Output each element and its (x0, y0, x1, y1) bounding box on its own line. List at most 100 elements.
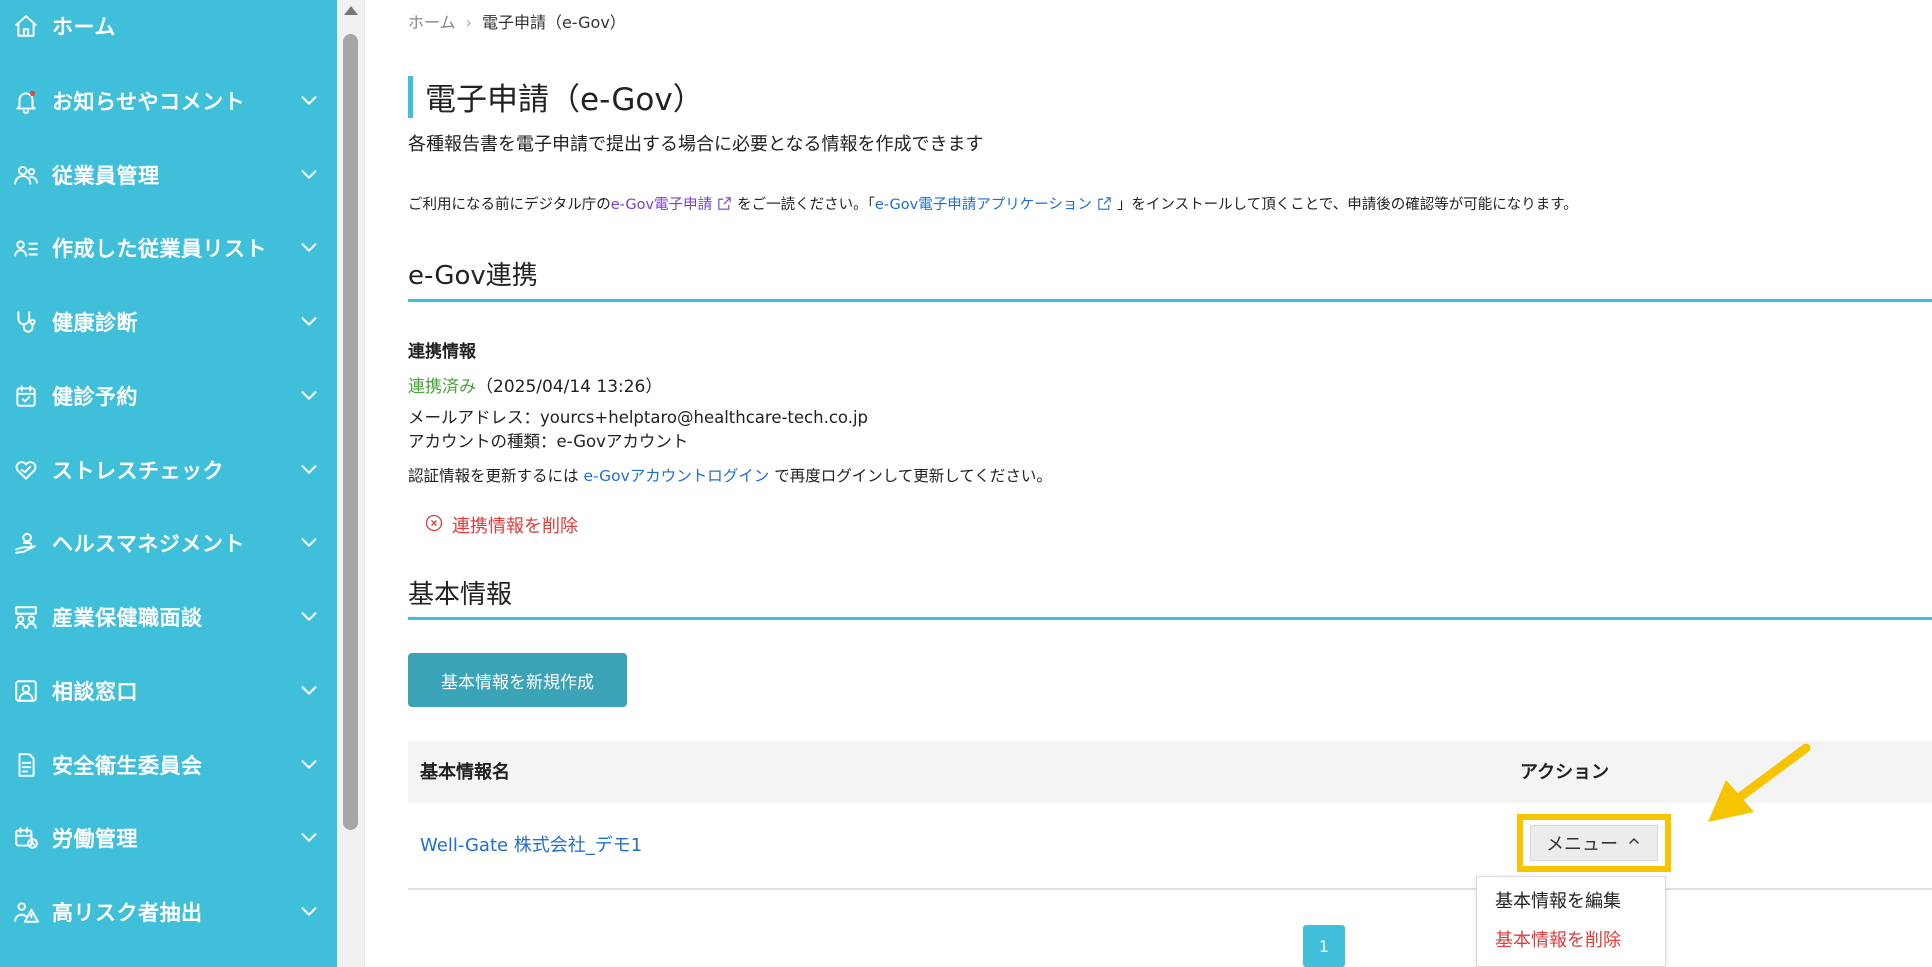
sidebar-item-high-risk[interactable]: 高リスク者抽出 (0, 882, 337, 942)
chevron-down-icon (298, 384, 322, 408)
scrollbar-thumb[interactable] (343, 34, 358, 830)
external-link-icon[interactable] (1096, 195, 1113, 212)
sidebar: ホーム お知らせやコメント 従業員管理 作成した従業員リスト 健康診断 健診予約 (0, 0, 337, 967)
sidebar-item-stress-check[interactable]: ストレスチェック (0, 440, 337, 500)
sidebar-item-health-checkup[interactable]: 健康診断 (0, 292, 337, 352)
account-type-line: アカウントの種類：e-Govアカウント (408, 432, 689, 451)
row-menu-button[interactable]: メニュー (1530, 825, 1658, 861)
sidebar-item-label: 高リスク者抽出 (52, 901, 203, 925)
chevron-down-icon (298, 679, 322, 703)
column-header-name: 基本情報名 (420, 762, 510, 783)
bell-icon (12, 87, 40, 115)
sidebar-item-employees[interactable]: 従業員管理 (0, 145, 337, 205)
breadcrumb-home-link[interactable]: ホーム (408, 13, 456, 32)
create-basic-info-button[interactable]: 基本情報を新規作成 (408, 653, 627, 707)
breadcrumb-separator: › (465, 13, 472, 32)
user-list-icon (12, 234, 40, 262)
row-menu-dropdown: 基本情報を編集 基本情報を削除 (1476, 876, 1666, 967)
chevron-down-icon (298, 310, 322, 334)
egov-link[interactable]: e-Gov電子申請 (611, 197, 712, 213)
notice-post: 」をインストールして頂くことで、申請後の確認等が可能になります。 (1116, 197, 1578, 213)
renew-instruction: 認証情報を更新するには e-Govアカウントログイン で再度ログインして更新して… (408, 464, 1052, 486)
sidebar-item-label: 従業員管理 (52, 164, 160, 188)
chevron-up-icon (1626, 833, 1642, 854)
sidebar-item-label: ストレスチェック (52, 459, 224, 483)
column-header-action: アクション (1520, 762, 1610, 783)
connection-status: 連携済み（2025/04/14 13:26） (408, 372, 662, 397)
egov-account-login-link[interactable]: e-Govアカウントログイン (583, 467, 769, 485)
status-badge: 連携済み (408, 377, 476, 397)
chevron-down-icon (298, 900, 322, 924)
breadcrumb: ホーム › 電子申請（e-Gov） (408, 9, 626, 33)
sidebar-item-label: 労働管理 (52, 827, 138, 851)
chevron-down-icon (298, 605, 322, 629)
table-row-divider (408, 888, 1932, 890)
section-divider (408, 617, 1932, 620)
scroll-up-arrow-icon[interactable] (344, 6, 358, 15)
external-link-icon[interactable] (716, 195, 733, 212)
chevron-down-icon (298, 89, 322, 113)
sidebar-item-label: 産業保健職面談 (52, 606, 203, 630)
sidebar-item-label: お知らせやコメント (52, 90, 246, 114)
renew-post: で再度ログインして更新してください。 (769, 467, 1052, 485)
renew-pre: 認証情報を更新するには (408, 467, 584, 485)
sidebar-item-checkup-reservation[interactable]: 健診予約 (0, 366, 337, 426)
consult-icon (12, 677, 40, 705)
close-circle-icon (424, 513, 444, 538)
title-accent-bar (408, 76, 413, 118)
sidebar-item-label: 相談窓口 (52, 680, 138, 704)
notice-pre: ご利用になる前にデジタル庁の (408, 197, 611, 213)
delete-connection-link[interactable]: 連携情報を削除 (424, 512, 578, 538)
chevron-down-icon (298, 531, 322, 555)
delete-basic-info-item[interactable]: 基本情報を削除 (1495, 926, 1621, 952)
sidebar-item-label: ヘルスマネジメント (52, 532, 245, 556)
stethoscope-icon (12, 308, 40, 336)
home-icon (12, 12, 40, 40)
page-title: 電子申請（e-Gov） (425, 82, 704, 118)
sidebar-scrollbar[interactable] (337, 0, 365, 967)
page-subtitle: 各種報告書を電子申請で提出する場合に必要となる情報を作成できます (408, 134, 984, 155)
basic-info-name-link[interactable]: Well-Gate 株式会社_デモ1 (420, 831, 642, 857)
sidebar-item-health-management[interactable]: ヘルスマネジメント (0, 513, 337, 573)
chevron-down-icon (298, 826, 322, 850)
basic-section-title: 基本情報 (408, 580, 513, 610)
sidebar-item-occupational-interview[interactable]: 産業保健職面談 (0, 587, 337, 647)
sidebar-item-label: 健康診断 (52, 311, 138, 335)
delete-connection-label: 連携情報を削除 (452, 516, 578, 537)
sidebar-item-employee-lists[interactable]: 作成した従業員リスト (0, 218, 337, 278)
chevron-down-icon (298, 163, 322, 187)
sidebar-item-home[interactable]: ホーム (0, 0, 337, 56)
egov-app-link[interactable]: e-Gov電子申請アプリケーション (875, 197, 1092, 213)
health-hand-icon (12, 529, 40, 557)
calendar-clock-icon (12, 824, 40, 852)
sidebar-item-label: 安全衛生委員会 (52, 754, 203, 778)
sidebar-item-notifications[interactable]: お知らせやコメント (0, 71, 337, 131)
menu-button-label: メニュー (1546, 834, 1618, 855)
calendar-check-icon (12, 382, 40, 410)
notice-mid: をご一読ください。「 (737, 197, 875, 213)
document-icon (12, 751, 40, 779)
pointer-arrow-icon (1708, 743, 1811, 822)
sidebar-item-label: ホーム (52, 15, 116, 39)
sidebar-item-label: 健診予約 (52, 385, 138, 409)
connection-info-label: 連携情報 (408, 342, 476, 362)
egov-section-title: e-Gov連携 (408, 261, 538, 291)
sidebar-item-safety-committee[interactable]: 安全衛生委員会 (0, 735, 337, 795)
edit-basic-info-item[interactable]: 基本情報を編集 (1495, 887, 1621, 913)
email-line: メールアドレス：yourcs+helptaro@healthcare-tech.… (408, 408, 869, 427)
notice-text: ご利用になる前にデジタル庁のe-Gov電子申請 をご一読ください。「e-Gov電子… (408, 193, 1578, 214)
chevron-down-icon (298, 458, 322, 482)
alert-person-icon (12, 898, 40, 926)
breadcrumb-current: 電子申請（e-Gov） (481, 13, 626, 32)
sidebar-item-consultation[interactable]: 相談窓口 (0, 661, 337, 721)
chevron-down-icon (298, 753, 322, 777)
heart-icon (12, 456, 40, 484)
status-date: （2025/04/14 13:26） (476, 377, 663, 397)
interview-icon (12, 603, 40, 631)
app-root: ホーム お知らせやコメント 従業員管理 作成した従業員リスト 健康診断 健診予約 (0, 0, 1932, 967)
sidebar-item-labor-management[interactable]: 労働管理 (0, 808, 337, 868)
section-divider (408, 299, 1932, 302)
chevron-down-icon (298, 236, 322, 260)
users-icon (12, 161, 40, 189)
pagination-page-button[interactable]: 1 (1303, 925, 1345, 967)
